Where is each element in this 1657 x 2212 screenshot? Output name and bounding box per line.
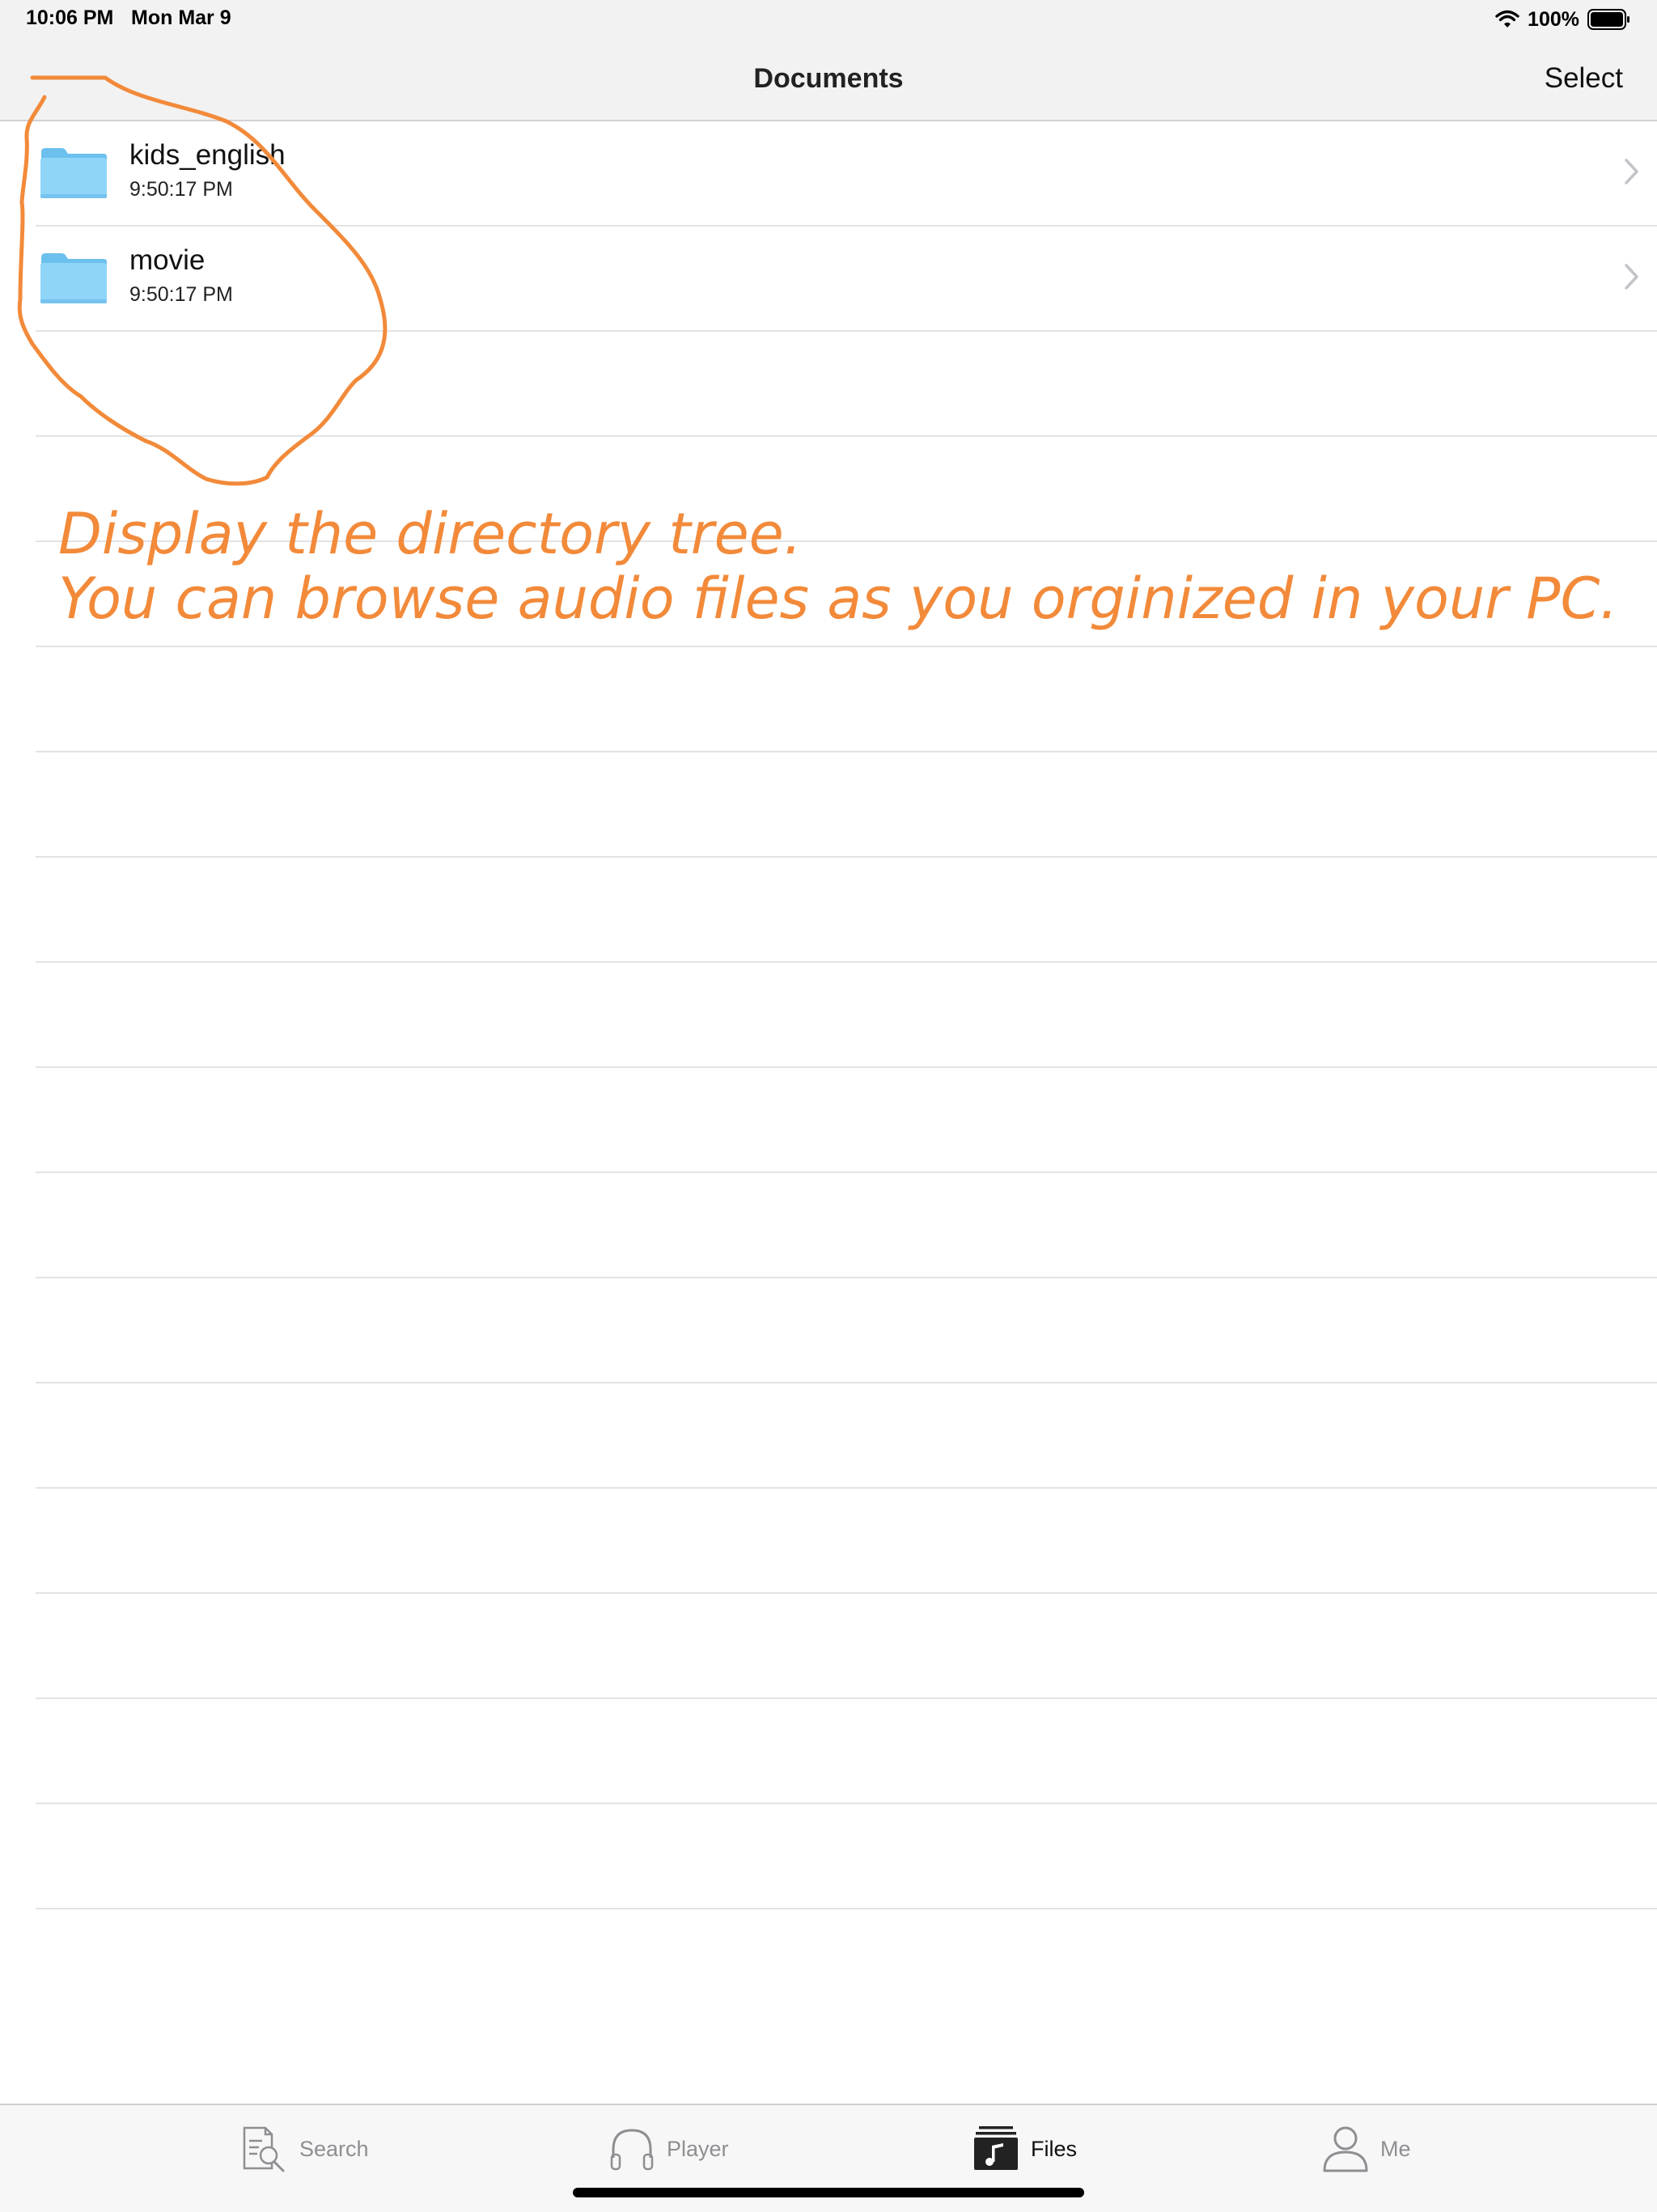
tab-files[interactable]: Files: [973, 2123, 1077, 2175]
empty-row: [36, 1804, 1657, 1909]
empty-row: [36, 1173, 1657, 1278]
empty-row: [36, 332, 1657, 437]
tab-me[interactable]: Me: [1322, 2123, 1411, 2175]
annotation-text: Display the directory tree. You can brow…: [58, 502, 1618, 631]
empty-row: [36, 647, 1657, 752]
music-files-icon: [974, 2126, 1018, 2170]
folder-row-kids-english[interactable]: kids_english 9:50:17 PM: [36, 121, 1657, 227]
empty-row: [36, 1489, 1657, 1594]
battery-icon: [1587, 9, 1629, 30]
person-icon: [1323, 2126, 1368, 2172]
navigation-bar: Documents Select: [0, 39, 1657, 121]
tab-player[interactable]: Player: [608, 2123, 729, 2175]
empty-row: [36, 1384, 1657, 1489]
chevron-right-icon: [1625, 264, 1638, 290]
annotation-line-1: Display the directory tree.: [58, 501, 802, 567]
empty-row: [36, 963, 1657, 1068]
folder-time: 9:50:17 PM: [129, 178, 233, 201]
battery-percent: 100%: [1528, 7, 1579, 31]
page-title: Documents: [753, 63, 904, 94]
annotation-line-2: You can browse audio files as you orgini…: [58, 566, 1618, 632]
search-document-icon: [243, 2126, 285, 2172]
home-indicator: [573, 2188, 1084, 2197]
tab-label: Me: [1380, 2136, 1411, 2161]
folder-name: movie: [129, 244, 206, 276]
folder-row-movie[interactable]: movie 9:50:17 PM: [36, 227, 1657, 332]
empty-row: [36, 1594, 1657, 1699]
select-button[interactable]: Select: [1545, 62, 1623, 95]
status-time: 10:06 PM: [26, 6, 114, 29]
tab-search[interactable]: Search: [241, 2123, 369, 2175]
status-date: Mon Mar 9: [131, 6, 231, 29]
empty-row: [36, 1068, 1657, 1173]
empty-row: [36, 1278, 1657, 1384]
empty-row: [36, 858, 1657, 963]
status-indicators: 100%: [1495, 6, 1631, 32]
file-list: kids_english 9:50:17 PM movie 9:50:17 PM: [0, 121, 1657, 1909]
wifi-icon: [1495, 10, 1519, 28]
folder-icon: [40, 148, 107, 198]
folder-name: kids_english: [129, 139, 286, 171]
status-bar: 10:06 PM Mon Mar 9 100%: [0, 0, 1657, 39]
tab-label: Player: [667, 2136, 729, 2161]
headphones-icon: [610, 2129, 654, 2171]
tab-label: Search: [299, 2136, 369, 2161]
tab-label: Files: [1031, 2136, 1078, 2161]
empty-row: [36, 1699, 1657, 1804]
folder-icon: [40, 253, 107, 303]
empty-row: [36, 752, 1657, 858]
folder-time: 9:50:17 PM: [129, 283, 233, 306]
chevron-right-icon: [1625, 159, 1638, 184]
